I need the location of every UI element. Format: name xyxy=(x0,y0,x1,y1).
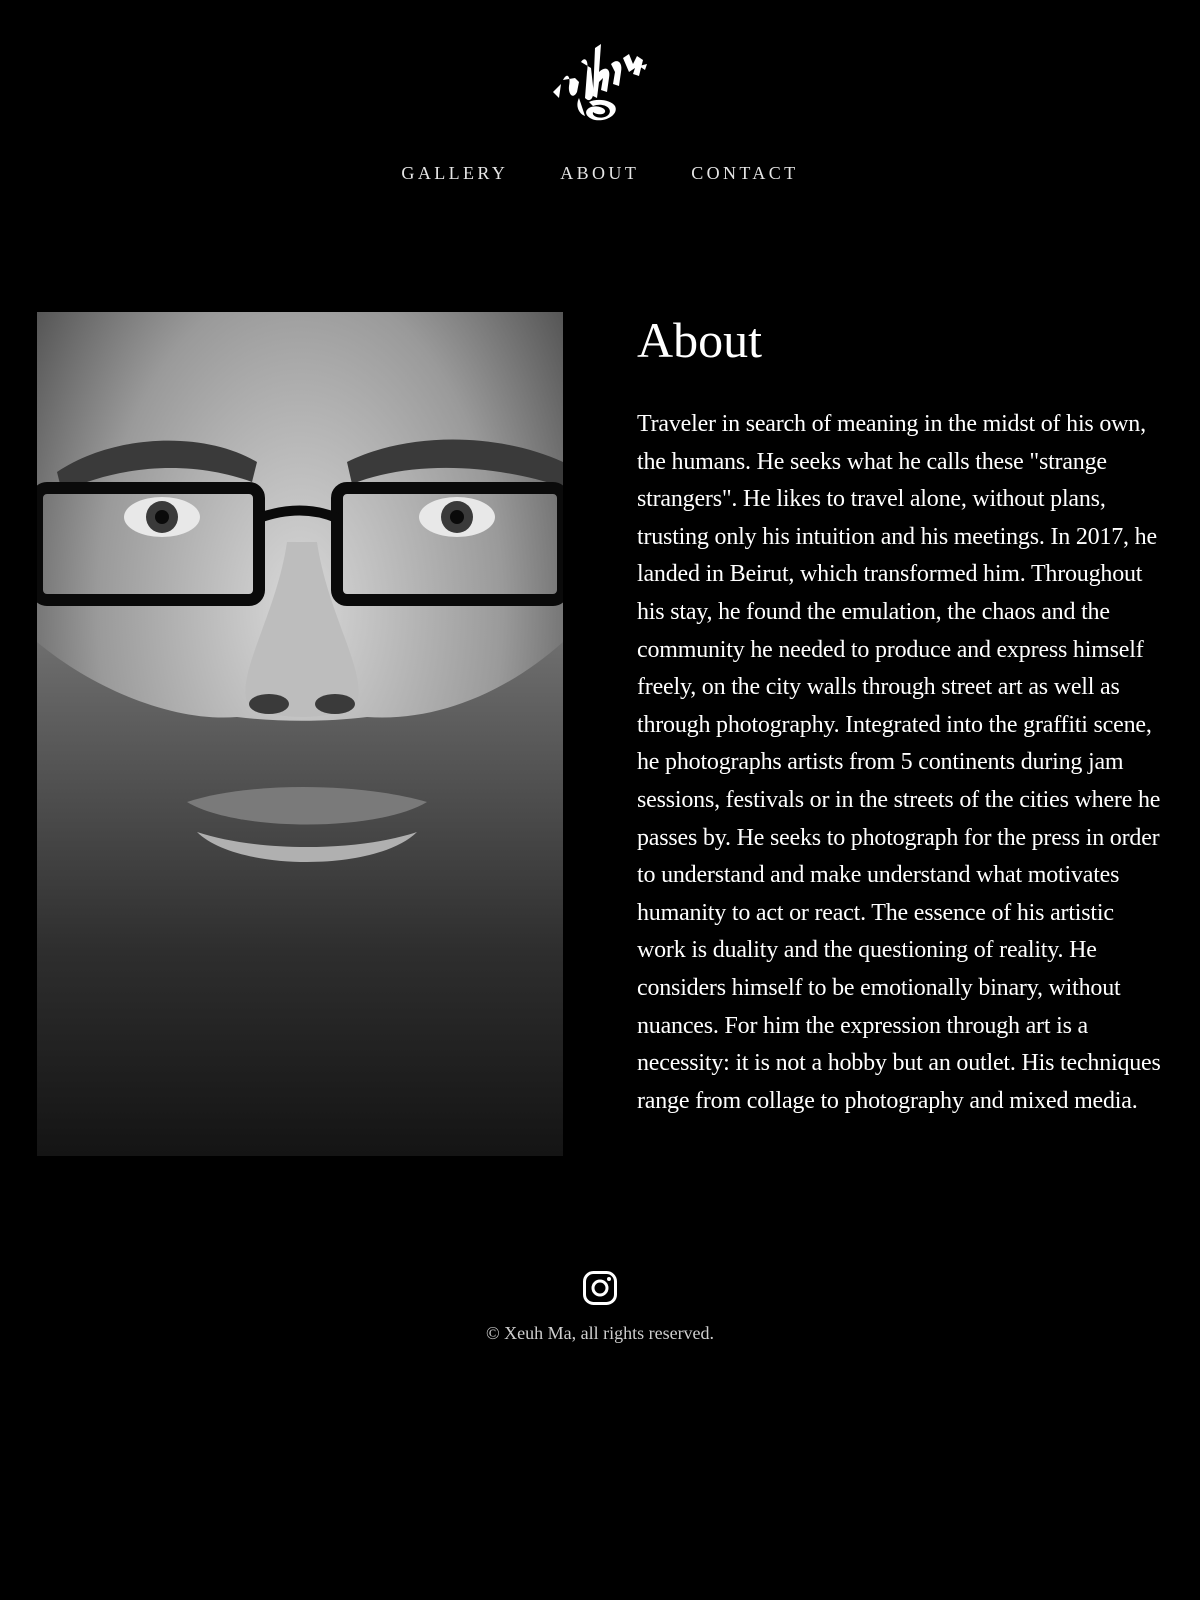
site-header: GALLERY ABOUT CONTACT xyxy=(0,0,1200,220)
site-logo[interactable] xyxy=(549,42,649,126)
portrait-photo xyxy=(37,312,563,1156)
copyright-text: © Xeuh Ma, all rights reserved. xyxy=(485,1323,715,1343)
page-title: About xyxy=(637,312,762,368)
instagram-icon xyxy=(583,1271,617,1305)
instagram-link[interactable] xyxy=(582,1270,618,1306)
about-body: Traveler in search of meaning in the mid… xyxy=(637,411,1161,1114)
site-footer: © Xeuh Ma, all rights reserved. xyxy=(0,1270,1200,1345)
nav-about[interactable]: ABOUT xyxy=(560,161,639,185)
nav-gallery[interactable]: GALLERY xyxy=(401,161,508,185)
nav-contact[interactable]: CONTACT xyxy=(691,161,798,185)
graffiti-logo-icon xyxy=(553,44,647,121)
main-nav: GALLERY ABOUT CONTACT xyxy=(0,161,1200,185)
